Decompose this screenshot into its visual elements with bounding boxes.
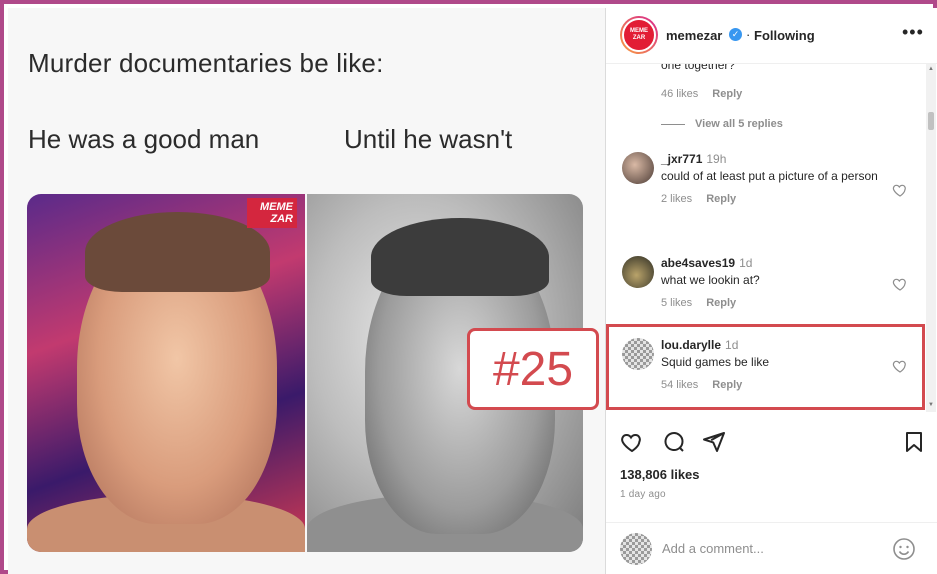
comment-likes[interactable]: 5 likes [661,297,692,309]
post-image: Murder documentaries be like: He was a g… [8,8,605,574]
bookmark-icon[interactable] [902,430,926,454]
view-replies-label: View all 5 replies [695,118,783,130]
clipped-comment-text: one together? [661,64,736,72]
action-bar [606,430,937,460]
rank-badge: #25 [467,328,599,410]
comment-username[interactable]: lou.darylle [661,338,721,352]
comment-username[interactable]: _jxr771 [661,152,702,166]
comment-meta: 54 likes Reply [661,379,881,391]
comment-meta: 5 likes Reply [661,297,881,309]
comment-body: abe4saves19 1d what we lookin at? 5 likes… [661,254,881,309]
emoji-icon[interactable] [892,537,916,561]
heart-icon[interactable] [620,430,644,454]
comment-time: 1d [725,338,739,352]
scroll-up-icon[interactable]: ▲ [928,66,934,72]
comment-likes[interactable]: 2 likes [661,193,692,205]
avatar[interactable] [622,338,654,370]
clipped-comment-meta: 46 likes Reply [661,88,742,100]
avatar[interactable]: MEME ZAR [620,16,658,54]
replies-line [661,123,685,125]
reply-button[interactable]: Reply [706,297,736,309]
meme-right-label: Until he wasn't [344,124,513,154]
avatar [620,533,652,565]
brand-avatar-text: MEME ZAR [622,18,656,52]
dot-separator: · [746,27,751,42]
more-icon[interactable]: ••• [902,22,924,43]
avatar[interactable] [622,152,654,184]
post-date: 1 day ago [620,489,666,500]
scroll-down-icon[interactable]: ▼ [928,402,934,408]
photo-left: MEME ZAR [27,194,305,552]
verified-icon: ✓ [729,28,742,41]
heart-icon[interactable] [892,358,908,374]
following-button[interactable]: Following [754,28,815,43]
heart-icon[interactable] [892,276,908,292]
comment-likes[interactable]: 54 likes [661,379,698,391]
username[interactable]: memezar [666,28,722,43]
reply-button[interactable]: Reply [712,88,742,100]
reply-button[interactable]: Reply [706,193,736,205]
comment-time: 1d [739,256,753,270]
comment-body: lou.darylle 1d Squid games be like 54 lik… [661,336,881,391]
screenshot-frame: Murder documentaries be like: He was a g… [0,0,937,574]
comment-time: 19h [706,152,727,166]
comment-text: Squid games be like [661,355,770,369]
meme-left-label: He was a good man [28,124,260,154]
avatar[interactable] [622,256,654,288]
hair-right [371,218,549,296]
add-comment-input[interactable] [662,537,882,559]
meme-caption: Murder documentaries be like: [28,48,384,78]
meme-watermark: MEME ZAR [247,198,297,228]
post-panel: MEME ZAR memezar ✓ · Following ••• one t… [605,8,937,574]
comment-meta: 2 likes Reply [661,193,881,205]
heart-icon[interactable] [892,182,908,198]
reply-button[interactable]: Reply [712,379,742,391]
comments-scrollbar[interactable]: ▲ ▼ [926,64,936,412]
likes-count[interactable]: 138,806 likes [620,467,700,482]
comment-likes[interactable]: 46 likes [661,88,698,100]
comment-list: one together? 46 likes Reply View all 5 r… [606,64,926,412]
comment-username[interactable]: abe4saves19 [661,256,735,270]
comment-body: _jxr771 19h could of at least put a pictu… [661,150,881,205]
comment-text: what we lookin at? [661,273,760,287]
share-icon[interactable] [702,430,726,454]
hair-left [85,212,270,292]
scroll-thumb[interactable] [928,112,934,130]
add-comment-row [606,522,937,574]
comment-text: could of at least put a picture of a per… [661,169,878,183]
comment-icon[interactable] [662,430,686,454]
post-header: MEME ZAR memezar ✓ · Following ••• [606,8,937,64]
view-replies-link[interactable]: View all 5 replies [661,118,783,130]
